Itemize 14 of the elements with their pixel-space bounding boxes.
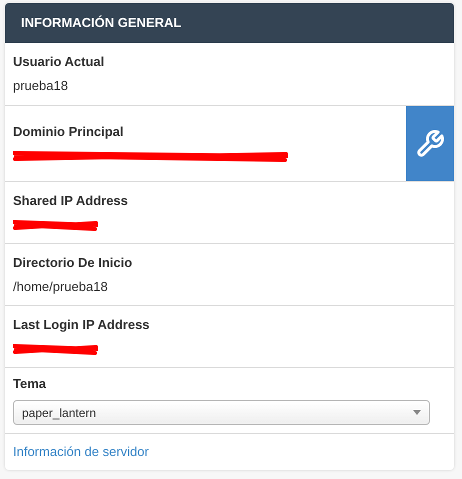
dropdown-arrow-icon — [413, 410, 421, 415]
manage-button[interactable] — [406, 106, 454, 181]
theme-select[interactable]: paper_lantern — [13, 400, 430, 425]
field-value: prueba18 — [13, 78, 69, 94]
server-info-link[interactable]: Información de servidor — [13, 444, 149, 459]
field-label: Shared IP Address — [13, 192, 129, 208]
field-value: /home/prueba18 — [13, 278, 109, 294]
field-label: Last Login IP Address — [13, 316, 151, 332]
field-label: Usuario Actual — [13, 54, 106, 70]
field-label: Directorio De Inicio — [13, 254, 134, 270]
panel-title: INFORMACIÓN GENERAL — [21, 14, 182, 32]
wrench-icon — [415, 128, 445, 158]
field-label: Tema — [13, 376, 47, 392]
field-label: Dominio Principal — [13, 124, 125, 140]
